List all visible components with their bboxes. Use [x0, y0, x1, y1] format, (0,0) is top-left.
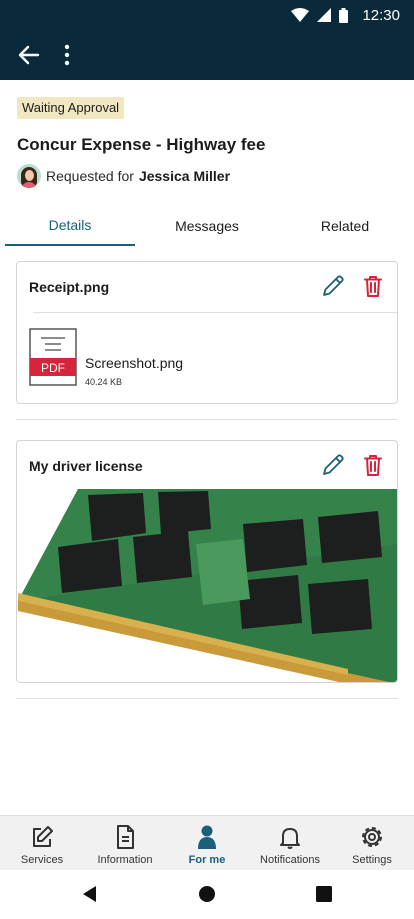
file-name[interactable]: Screenshot.png	[85, 355, 183, 371]
nav-item-settings[interactable]: Settings	[338, 816, 406, 871]
avatar	[17, 164, 41, 188]
nav-label-notifications: Notifications	[260, 854, 320, 866]
page-title: Concur Expense - Highway fee	[17, 135, 266, 154]
pdf-type-label: PDF	[41, 361, 65, 375]
tab-related[interactable]: Related	[280, 205, 410, 246]
status-badge: Waiting Approval	[17, 97, 125, 119]
requested-for-row: Requested for Jessica Miller	[17, 163, 230, 189]
bottom-nav: Services Information For me Notification…	[0, 815, 414, 870]
attachment-title: My driver license	[29, 458, 143, 474]
tab-bar: Details Messages Related	[0, 205, 414, 246]
signal-icon	[317, 8, 332, 22]
card-divider	[33, 312, 397, 313]
nav-item-for-me[interactable]: For me	[173, 816, 241, 871]
requested-for-label: Requested for	[46, 168, 134, 184]
nav-label-for-me: For me	[188, 854, 226, 866]
recents-square-icon[interactable]	[314, 884, 334, 904]
file-size: 40.24 KB	[85, 377, 123, 387]
battery-icon	[339, 7, 349, 23]
pencil-icon[interactable]	[320, 452, 346, 478]
person-icon	[198, 825, 216, 849]
nav-item-information[interactable]: Information	[85, 816, 165, 871]
section-divider	[16, 419, 398, 420]
tab-messages[interactable]: Messages	[142, 205, 272, 246]
attachment-card: Receipt.png PDF Screenshot.png 40.24 KB	[16, 261, 398, 404]
license-image[interactable]	[18, 489, 398, 683]
status-bar: 12:30	[0, 0, 414, 30]
tab-details[interactable]: Details	[5, 205, 135, 246]
requested-for-name: Jessica Miller	[138, 168, 231, 184]
trash-icon[interactable]	[360, 273, 386, 299]
pdf-file-icon	[29, 328, 77, 386]
nav-item-notifications[interactable]: Notifications	[250, 816, 330, 871]
document-icon	[117, 825, 134, 849]
home-circle-icon[interactable]	[197, 884, 217, 904]
gear-icon	[362, 827, 382, 847]
back-triangle-icon[interactable]	[80, 884, 100, 904]
status-time: 12:30	[362, 6, 400, 24]
pencil-icon[interactable]	[320, 273, 346, 299]
nav-label-information: Information	[97, 854, 153, 866]
attachment-title: Receipt.png	[29, 279, 110, 295]
trash-icon[interactable]	[360, 452, 386, 478]
arrow-left-icon[interactable]	[16, 42, 42, 68]
more-vertical-icon[interactable]	[58, 42, 76, 68]
nav-item-services[interactable]: Services	[8, 816, 76, 871]
wifi-icon	[291, 8, 310, 22]
nav-label-services: Services	[20, 854, 64, 866]
section-divider	[16, 698, 398, 699]
status-icons: 12:30	[291, 5, 400, 25]
app-bar	[0, 30, 414, 80]
system-nav-bar	[0, 870, 414, 919]
nav-label-settings: Settings	[352, 854, 392, 866]
edit-icon	[33, 826, 53, 847]
bell-icon	[280, 828, 300, 849]
attachment-card: My driver license	[16, 440, 398, 683]
